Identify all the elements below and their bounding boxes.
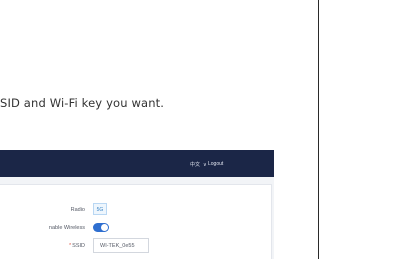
- language-selector[interactable]: 中文 ∨: [190, 161, 207, 168]
- ssid-input[interactable]: [93, 238, 149, 253]
- required-mark: *: [69, 243, 72, 249]
- ssid-label: *SSID: [69, 243, 85, 249]
- top-navigation-bar: 中文 ∨ Logout: [0, 150, 274, 177]
- vertical-divider: [318, 0, 319, 259]
- logout-link[interactable]: Logout: [208, 161, 223, 167]
- enable-wireless-toggle[interactable]: [93, 223, 109, 232]
- language-label: 中文: [190, 162, 201, 168]
- ssid-label-text: SSID: [72, 243, 85, 249]
- radio-label: Radio: [70, 207, 85, 213]
- wireless-settings-panel: Radio 5G nable Wireless *SSID: [0, 184, 272, 259]
- router-admin-screenshot: 中文 ∨ Logout Radio 5G nable Wireless *SSID: [0, 150, 274, 259]
- toggle-knob: [101, 224, 108, 231]
- chevron-down-icon: ∨: [203, 162, 207, 168]
- radio-band-chip[interactable]: 5G: [93, 203, 107, 215]
- enable-wireless-label: nable Wireless: [48, 225, 85, 231]
- instruction-text: SID and Wi‑Fi key you want.: [0, 96, 165, 110]
